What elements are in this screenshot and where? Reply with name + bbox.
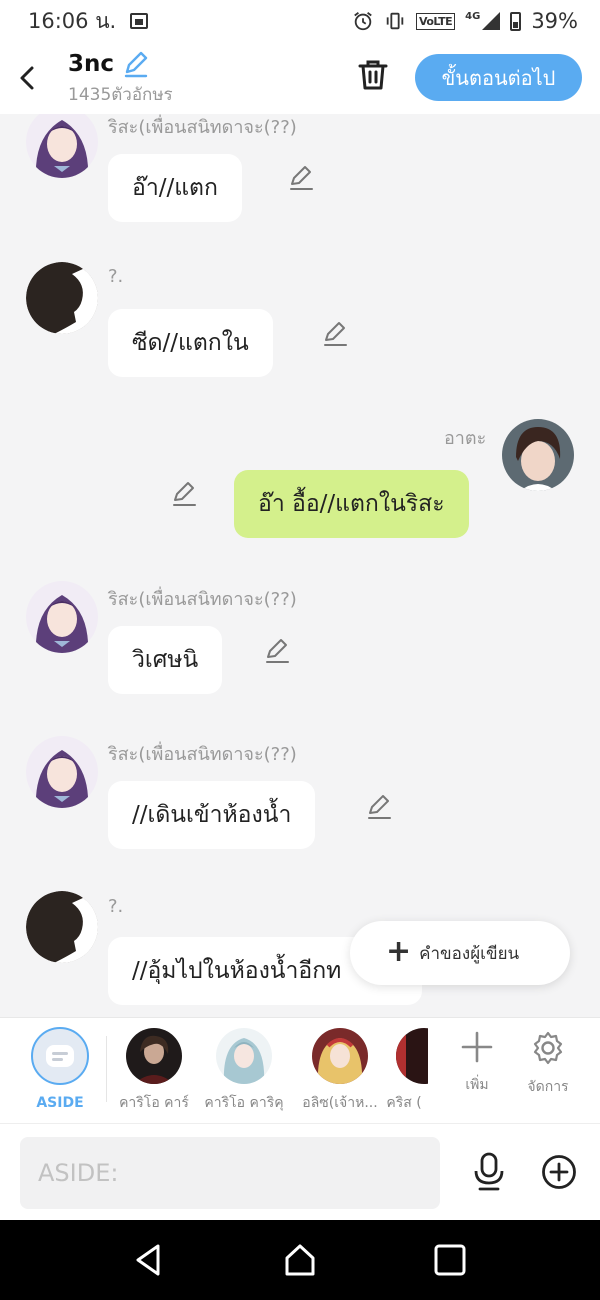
author-note-label: คำของผู้เขียน xyxy=(419,943,520,964)
aside-label: ASIDE xyxy=(36,1095,84,1111)
aside-bubble-icon xyxy=(31,1027,89,1085)
alarm-icon xyxy=(354,12,372,31)
voice-input-button[interactable] xyxy=(472,1151,506,1191)
character-strip: ASIDE คาริโอ คาร์ คาริโอ คาริคุ อลิซ(เจ้… xyxy=(0,1017,600,1123)
avatar-risa[interactable] xyxy=(26,736,98,808)
message-bubble[interactable]: //เดินเข้าห้องน้ำ xyxy=(108,781,316,849)
nav-home-icon[interactable] xyxy=(282,1242,318,1278)
character-name: คาริโอ คาร์ xyxy=(119,1095,189,1111)
character-item[interactable]: คาริโอ คาร์ xyxy=(109,1028,199,1114)
header: 3nc 1435ตัวอักษร ขั้นตอนต่อไป xyxy=(0,42,600,114)
character-item[interactable]: คริส ( xyxy=(380,1028,428,1114)
avatar-silhouette[interactable] xyxy=(26,262,98,334)
chat-area[interactable]: ริสะ(เพื่อนสนิทดาจะ(??) อ๊า//แตก ?. ซีด/… xyxy=(0,114,600,1017)
character-name: อลิซ(เจ้าห... xyxy=(302,1095,378,1111)
avatar-risa[interactable] xyxy=(26,581,98,653)
story-title: 3nc xyxy=(68,51,115,77)
avatar-silhouette[interactable] xyxy=(26,891,98,963)
sender-name: ริสะ(เพื่อนสนิทดาจะ(??) xyxy=(108,117,297,138)
add-circle-icon xyxy=(542,1155,576,1189)
signal-icon xyxy=(482,12,501,30)
message-bubble[interactable]: อ๊า อื้อ//แตกในริสะ xyxy=(234,470,469,538)
settings-gear-icon xyxy=(533,1031,563,1065)
network-type: 4G xyxy=(465,10,481,22)
edit-pencil-icon[interactable] xyxy=(366,794,392,820)
vibrate-icon xyxy=(386,12,404,30)
delete-button[interactable] xyxy=(356,58,390,92)
plus-icon: + xyxy=(386,934,412,969)
message-bubble[interactable]: อ๊า//แตก xyxy=(108,154,242,222)
character-avatar xyxy=(216,1028,272,1084)
volte-badge: VoLTE xyxy=(415,12,456,30)
message-bubble[interactable]: วิเศษนิ xyxy=(108,626,223,694)
character-name: คริส ( xyxy=(386,1095,422,1111)
add-character-button[interactable]: เพิ่ม xyxy=(442,1030,512,1096)
sender-name: ?. xyxy=(108,266,124,287)
character-avatar xyxy=(126,1028,182,1084)
nav-back-icon[interactable] xyxy=(130,1242,166,1278)
battery-icon xyxy=(510,11,522,31)
input-bar xyxy=(0,1123,600,1220)
status-time: 16:06 น. xyxy=(28,8,117,33)
nav-recents-icon[interactable] xyxy=(432,1242,468,1278)
edit-pencil-icon[interactable] xyxy=(264,638,290,664)
status-bar: 16:06 น. VoLTE 4G 39% xyxy=(0,0,600,42)
sender-name: ริสะ(เพื่อนสนิทดาจะ(??) xyxy=(108,744,297,765)
system-nav-bar xyxy=(0,1220,600,1300)
author-note-button[interactable]: + คำของผู้เขียน xyxy=(350,921,570,985)
back-button[interactable] xyxy=(0,42,56,114)
character-count: 1435ตัวอักษร xyxy=(68,85,173,105)
avatar-risa[interactable] xyxy=(26,114,98,178)
message-input[interactable] xyxy=(20,1137,440,1209)
manage-label: จัดการ xyxy=(527,1079,569,1095)
character-item[interactable]: อลิซ(เจ้าห... xyxy=(295,1028,385,1114)
trash-icon xyxy=(358,60,388,90)
next-step-button[interactable]: ขั้นตอนต่อไป xyxy=(415,54,582,101)
character-item[interactable]: คาริโอ คาริคุ xyxy=(199,1028,289,1114)
aside-character[interactable]: ASIDE xyxy=(15,1027,105,1111)
sender-name: ?. xyxy=(108,896,124,917)
microphone-icon xyxy=(474,1152,504,1191)
avatar-ata[interactable] xyxy=(502,419,574,491)
edit-pencil-icon[interactable] xyxy=(322,321,348,347)
character-avatar xyxy=(396,1028,428,1084)
gallery-notification-icon xyxy=(130,13,149,29)
message-bubble[interactable]: ซีด//แตกใน xyxy=(108,309,273,377)
strip-divider xyxy=(106,1036,107,1102)
battery-percent: 39% xyxy=(531,9,578,33)
sender-name: อาตะ xyxy=(444,428,487,449)
edit-pencil-icon[interactable] xyxy=(171,481,197,507)
character-avatar xyxy=(312,1028,368,1084)
plus-icon xyxy=(461,1031,493,1063)
add-label: เพิ่ม xyxy=(465,1077,489,1093)
edit-pencil-icon[interactable] xyxy=(288,165,314,191)
manage-characters-button[interactable]: จัดการ xyxy=(513,1030,583,1098)
back-icon xyxy=(20,66,34,90)
sender-name: ริสะ(เพื่อนสนิทดาจะ(??) xyxy=(108,589,297,610)
edit-title-icon[interactable] xyxy=(122,50,150,78)
add-attachment-button[interactable] xyxy=(541,1154,577,1190)
character-name: คาริโอ คาริคุ xyxy=(204,1095,284,1111)
